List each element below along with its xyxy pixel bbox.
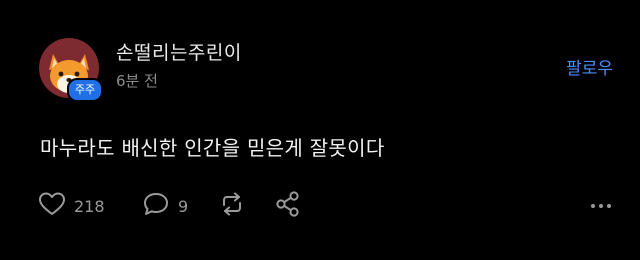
follow-button[interactable]: 팔로우 (566, 54, 613, 79)
author-avatar[interactable]: 주주 (39, 38, 103, 102)
repost-icon (218, 191, 246, 221)
like-button[interactable]: 218 (38, 192, 105, 220)
more-options-icon (590, 201, 612, 220)
heart-icon (38, 191, 66, 221)
comment-button[interactable]: 9 (142, 192, 188, 220)
comment-bubble-icon (142, 191, 170, 221)
author-username[interactable]: 손떨리는주린이 (116, 38, 242, 65)
share-icon (274, 190, 302, 222)
more-options-button[interactable] (590, 196, 612, 220)
author-badge: 주주 (67, 78, 103, 102)
post-timestamp: 6분 전 (116, 72, 158, 90)
repost-button[interactable] (218, 192, 246, 220)
like-count: 218 (74, 196, 105, 216)
comment-count: 9 (178, 196, 189, 216)
share-button[interactable] (274, 190, 302, 222)
post-content: 마누라도 배신한 인간을 믿은게 잘못이다 (40, 136, 385, 160)
post-card: 주주 손떨리는주린이 6분 전 팔로우 마누라도 배신한 인간을 믿은게 잘못이… (0, 0, 640, 260)
